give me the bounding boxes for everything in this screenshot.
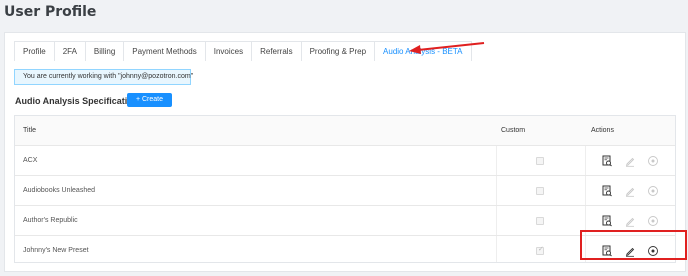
tab-profile[interactable]: Profile — [14, 41, 55, 61]
tab-bar: Profile 2FA Billing Payment Methods Invo… — [14, 41, 472, 61]
tab-2fa[interactable]: 2FA — [53, 41, 86, 61]
circle-delete-icon — [648, 186, 658, 196]
row-title: Johnny's New Preset — [23, 247, 89, 254]
table-row: Johnny's New Preset ✓ — [15, 236, 675, 262]
table-row: Audiobooks Unleashed — [15, 176, 675, 206]
row-title: Audiobooks Unleashed — [23, 187, 95, 194]
table-header: Title Custom Actions — [15, 116, 675, 146]
pencil-icon — [625, 187, 635, 197]
tab-proofing-prep[interactable]: Proofing & Prep — [300, 41, 376, 61]
header-title: Title — [23, 127, 36, 134]
circle-delete-icon — [648, 216, 658, 226]
circle-delete-icon — [648, 156, 658, 166]
tab-referrals[interactable]: Referrals — [251, 41, 302, 61]
row-title: ACX — [23, 157, 38, 164]
table-row: Author's Republic — [15, 206, 675, 236]
header-custom: Custom — [501, 127, 526, 134]
annotation-highlight-box — [580, 230, 687, 260]
working-with-notice: You are currently working with "johnny@p… — [14, 69, 193, 85]
pencil-icon — [625, 217, 635, 227]
tab-invoices[interactable]: Invoices — [204, 41, 253, 61]
tab-billing[interactable]: Billing — [84, 41, 125, 61]
annotation-arrow-icon — [409, 42, 485, 54]
document-view-icon[interactable] — [601, 185, 613, 197]
row-title: Author's Republic — [23, 217, 78, 224]
specifications-table: Title Custom Actions ACX Audiobooks Unle… — [14, 115, 676, 263]
custom-checkbox — [536, 187, 544, 195]
page-title: User Profile — [4, 4, 97, 20]
custom-checkbox: ✓ — [536, 246, 544, 255]
custom-checkbox — [536, 157, 544, 165]
header-actions: Actions — [591, 127, 614, 134]
document-view-icon[interactable] — [601, 215, 613, 227]
table-row: ACX — [15, 146, 675, 176]
section-title: Audio Analysis Specifications — [15, 96, 144, 106]
checkmark-icon: ✓ — [538, 246, 544, 253]
pencil-icon — [625, 157, 635, 167]
create-button[interactable]: + Create — [127, 93, 172, 107]
custom-checkbox — [536, 217, 544, 225]
document-view-icon[interactable] — [601, 155, 613, 167]
tab-payment-methods[interactable]: Payment Methods — [123, 41, 206, 61]
